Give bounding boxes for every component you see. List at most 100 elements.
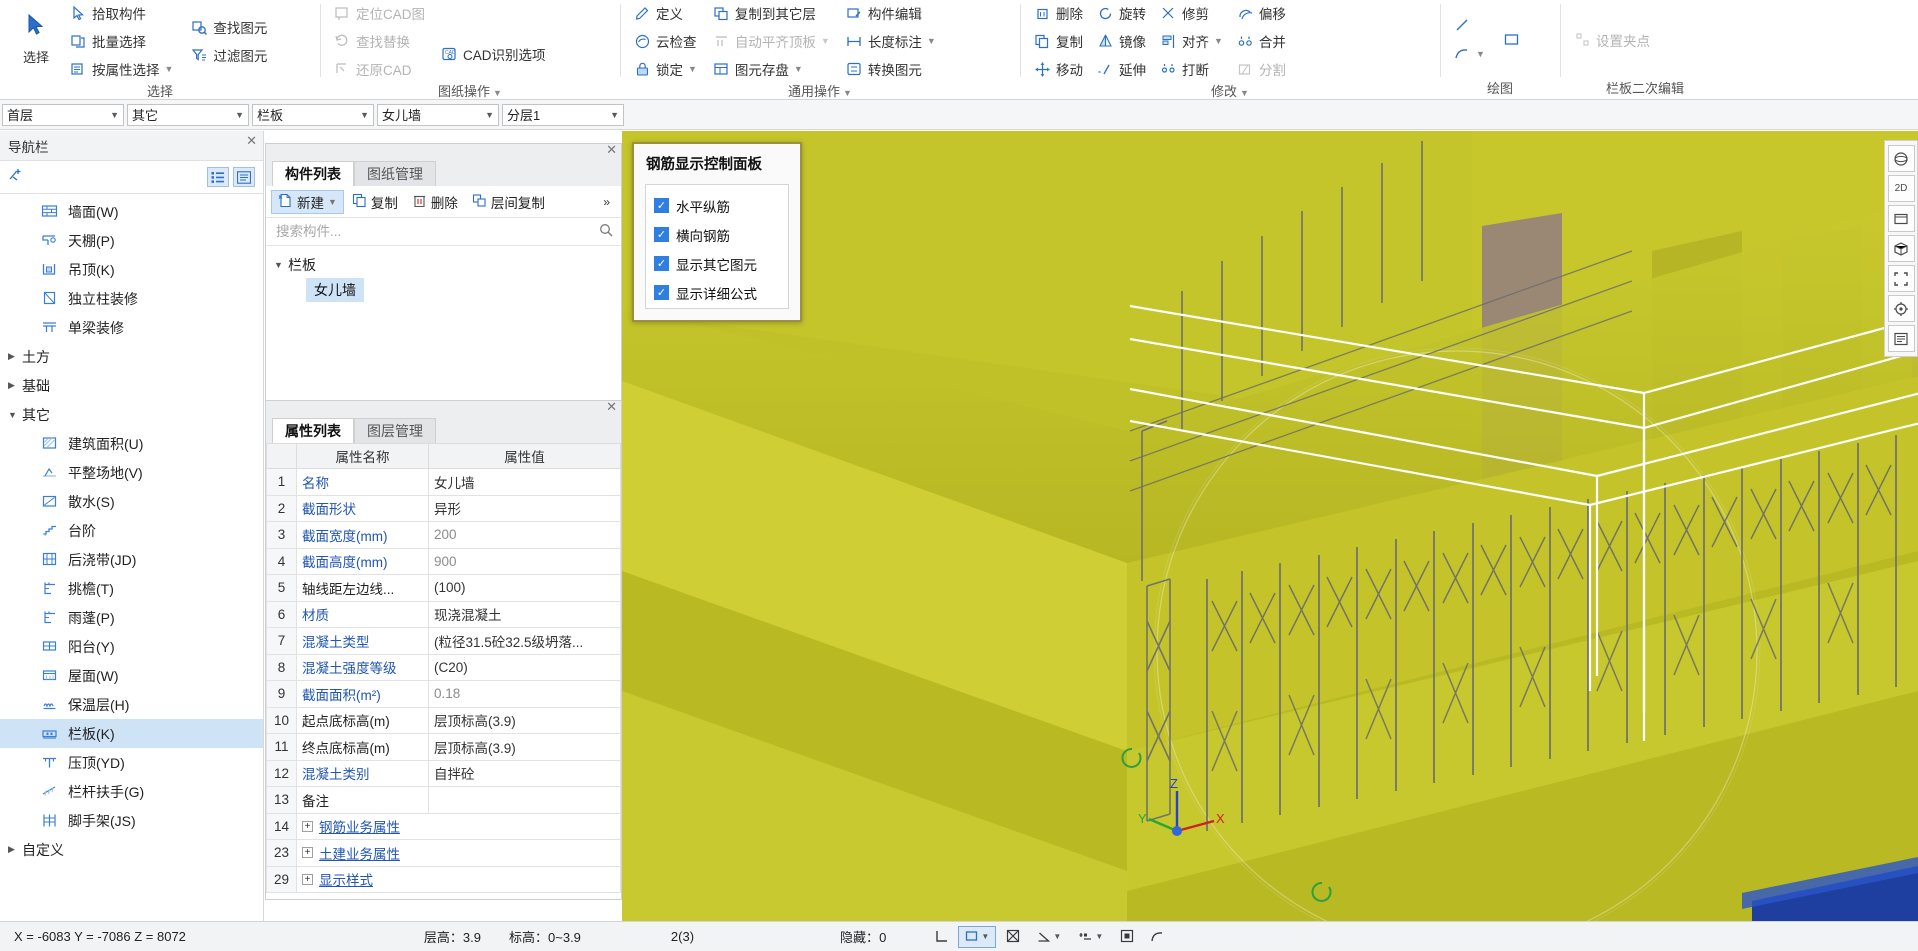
grid-snap-icon[interactable] bbox=[1114, 926, 1140, 948]
break-button[interactable]: 打断 bbox=[1154, 56, 1229, 82]
chevron-right-icon[interactable]: ▶ bbox=[8, 844, 22, 855]
chevron-down-icon[interactable]: ▼ bbox=[493, 88, 502, 98]
batch-select-button[interactable]: 批量选择 bbox=[64, 28, 179, 54]
expand-icon[interactable]: + bbox=[302, 820, 313, 832]
chevron-down-icon[interactable]: ▼ bbox=[843, 88, 852, 98]
fit-zoom-icon[interactable] bbox=[1887, 265, 1915, 292]
lock-button[interactable]: 锁定 ▼ bbox=[628, 56, 703, 82]
checkbox-checked-icon[interactable]: ✓ bbox=[654, 198, 669, 213]
sidebar-item-apron[interactable]: 散水(S) bbox=[0, 487, 263, 516]
tab-layer-management[interactable]: 图层管理 bbox=[354, 418, 436, 443]
chevron-down-icon[interactable]: ▼ bbox=[360, 110, 369, 120]
sidebar-item-overhanging-eave[interactable]: 挑檐(T) bbox=[0, 574, 263, 603]
chevron-right-icon[interactable]: ▶ bbox=[8, 351, 22, 362]
cloud-check-button[interactable]: 云检查 bbox=[628, 28, 703, 54]
table-row[interactable]: 10 起点底标高(m) 层顶标高(3.9) bbox=[266, 706, 621, 734]
sidebar-item-insulation-layer[interactable]: 保温层(H) bbox=[0, 690, 263, 719]
chevron-down-icon[interactable]: ▼ bbox=[1053, 932, 1061, 941]
chevron-down-icon[interactable]: ▼ bbox=[1476, 49, 1485, 59]
chevron-down-icon[interactable]: ▼ bbox=[8, 410, 22, 420]
chevron-down-icon[interactable]: ▼ bbox=[821, 36, 830, 46]
checkbox-checked-icon[interactable]: ✓ bbox=[654, 285, 669, 300]
sidebar-item-post-cast-strip[interactable]: 后浇带(JD) bbox=[0, 545, 263, 574]
mirror-button[interactable]: 镜像 bbox=[1091, 28, 1152, 54]
checkbox-horizontal-longitudinal-rebar[interactable]: ✓ 水平纵筋 bbox=[654, 191, 780, 220]
category-combo[interactable]: 其它 ▼ bbox=[127, 103, 249, 126]
chevron-down-icon[interactable]: ▼ bbox=[927, 36, 936, 46]
chevron-down-icon[interactable]: ▼ bbox=[610, 110, 619, 120]
copy-component-button[interactable]: 复制 bbox=[346, 190, 404, 214]
arc-button[interactable]: ▼ bbox=[1448, 41, 1491, 67]
row-value[interactable]: 现浇混凝土 bbox=[428, 600, 621, 628]
chevron-down-icon[interactable]: ▼ bbox=[165, 64, 174, 74]
detail-view-icon[interactable] bbox=[233, 167, 255, 187]
sidebar-item-coping[interactable]: 压顶(YD) bbox=[0, 748, 263, 777]
element-save-button[interactable]: 图元存盘 ▼ bbox=[707, 56, 836, 82]
component-edit-button[interactable]: 构件编辑 bbox=[840, 0, 942, 26]
table-row[interactable]: 8 混凝土强度等级 (C20) bbox=[266, 653, 621, 681]
expand-icon[interactable]: + bbox=[302, 873, 313, 885]
row-value[interactable]: 层顶标高(3.9) bbox=[428, 733, 621, 761]
row-name-expandable[interactable]: + 钢筋业务属性 bbox=[296, 812, 621, 840]
checkbox-show-detailed-formula[interactable]: ✓ 显示详细公式 bbox=[654, 278, 780, 307]
chevron-down-icon[interactable]: ▼ bbox=[485, 110, 494, 120]
table-row[interactable]: 5 轴线距左边线... (100) bbox=[266, 574, 621, 602]
ortho-snap-icon[interactable] bbox=[928, 926, 954, 948]
row-value[interactable]: (粒径31.5砼32.5级坍落... bbox=[428, 627, 621, 655]
chevron-down-icon[interactable]: ▼ bbox=[235, 110, 244, 120]
delete-button[interactable]: 删除 bbox=[1028, 0, 1089, 26]
copy-button[interactable]: 复制 bbox=[1028, 28, 1089, 54]
sidebar-group-foundation[interactable]: ▶ 基础 bbox=[0, 371, 263, 400]
sidebar-group-earthwork[interactable]: ▶ 土方 bbox=[0, 342, 263, 371]
set-grip-button[interactable]: 设置夹点 bbox=[1568, 27, 1656, 53]
list-view-icon[interactable] bbox=[207, 167, 229, 187]
select-button[interactable]: 选择 bbox=[8, 8, 64, 70]
row-value[interactable]: 层顶标高(3.9) bbox=[428, 706, 621, 734]
chevron-down-icon[interactable]: ▼ bbox=[1240, 88, 1249, 98]
sidebar-group-custom[interactable]: ▶ 自定义 bbox=[0, 835, 263, 864]
search-input[interactable] bbox=[274, 223, 599, 240]
row-name-expandable[interactable]: + 土建业务属性 bbox=[296, 839, 621, 867]
copy-between-floors-button[interactable]: 层间复制 bbox=[466, 190, 551, 214]
restore-cad-button[interactable]: 还原CAD bbox=[328, 56, 431, 82]
component-group-railing-panel[interactable]: ▼ 栏板 bbox=[266, 252, 621, 278]
chevron-right-icon[interactable]: ▶ bbox=[8, 380, 22, 391]
row-value[interactable]: 自拌砼 bbox=[428, 759, 621, 787]
pick-element-button[interactable]: 拾取构件 bbox=[64, 0, 179, 26]
chevron-down-icon[interactable]: ▼ bbox=[1214, 36, 1223, 46]
row-value[interactable] bbox=[428, 786, 621, 814]
row-value[interactable]: 200 bbox=[428, 521, 621, 549]
chevron-down-icon[interactable]: ▼ bbox=[1095, 932, 1103, 941]
view-iso-icon[interactable] bbox=[1887, 235, 1915, 262]
search-icon[interactable] bbox=[599, 223, 613, 240]
component-toolbar-overflow[interactable]: » bbox=[597, 190, 616, 214]
view-front-icon[interactable] bbox=[1887, 205, 1915, 232]
sidebar-item-canopy[interactable]: 雨蓬(P) bbox=[0, 603, 263, 632]
layers-panel-icon[interactable] bbox=[1887, 325, 1915, 352]
row-value[interactable]: 异形 bbox=[428, 494, 621, 522]
rebar-display-control-dialog[interactable]: 钢筋显示控制面板 ✓ 水平纵筋 ✓ 横向钢筋 ✓ 显示其它图元 ✓ 显示详细公式 bbox=[632, 142, 802, 322]
chevron-down-icon[interactable]: ▼ bbox=[981, 932, 989, 941]
move-button[interactable]: 移动 bbox=[1028, 56, 1089, 82]
row-value[interactable]: (C20) bbox=[428, 653, 621, 681]
find-element-button[interactable]: 查找图元 bbox=[185, 14, 273, 40]
locate-cad-button[interactable]: 定位CAD图 bbox=[328, 0, 431, 26]
select-by-property-button[interactable]: 按属性选择 ▼ bbox=[64, 56, 179, 82]
floor-combo[interactable]: 首层 ▼ bbox=[2, 103, 124, 126]
trim-button[interactable]: 修剪 bbox=[1154, 0, 1229, 26]
orbit-3d-icon[interactable] bbox=[1887, 145, 1915, 172]
find-replace-button[interactable]: 查找替换 bbox=[328, 28, 431, 54]
define-button[interactable]: 定义 bbox=[628, 0, 703, 26]
chevron-down-icon[interactable]: ▼ bbox=[794, 64, 803, 74]
new-component-button[interactable]: 新建 ▼ bbox=[271, 189, 344, 214]
sidebar-item-beam-finish[interactable]: 单梁装修 bbox=[0, 313, 263, 342]
table-row[interactable]: 29 + 显示样式 bbox=[266, 865, 621, 893]
angle-snap-icon[interactable]: ▼ bbox=[1030, 926, 1068, 948]
arc-snap-icon[interactable] bbox=[1144, 926, 1170, 948]
chevron-down-icon[interactable]: ▼ bbox=[688, 64, 697, 74]
table-row[interactable]: 1 名称 女儿墙 bbox=[266, 468, 621, 496]
copy-to-other-layer-button[interactable]: 复制到其它层 bbox=[707, 0, 836, 26]
close-icon[interactable]: ✕ bbox=[606, 142, 617, 158]
target-center-icon[interactable] bbox=[1887, 295, 1915, 322]
split-button[interactable]: 分割 bbox=[1231, 56, 1292, 82]
